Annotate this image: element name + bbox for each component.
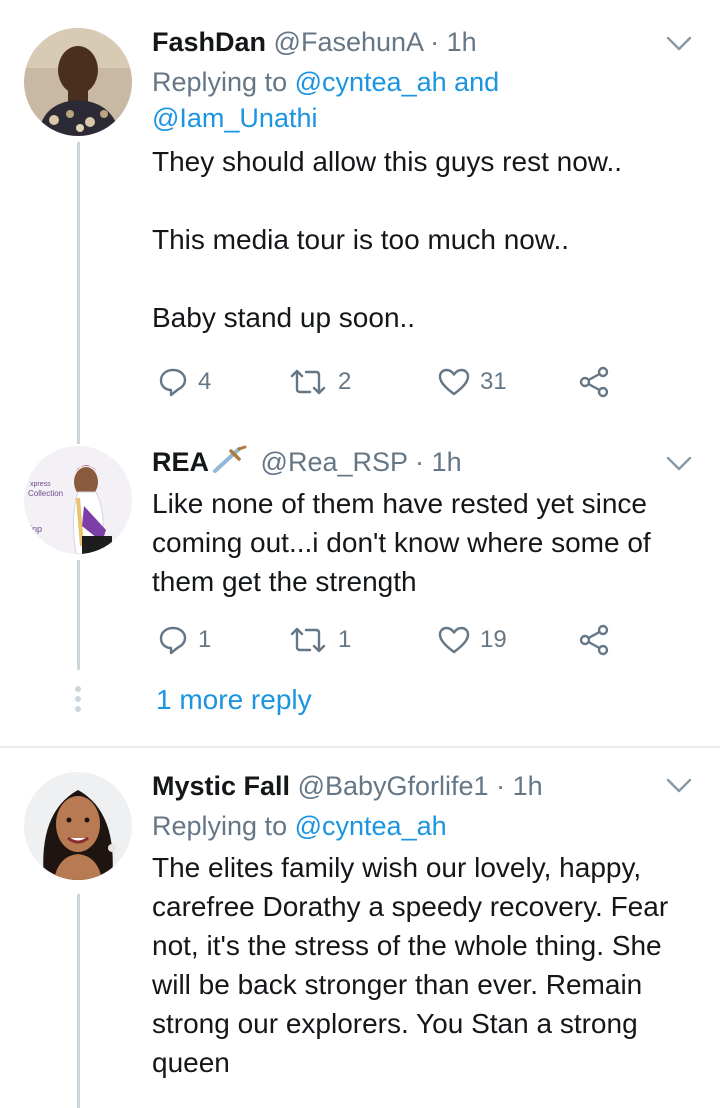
- replying-and[interactable]: and: [454, 67, 499, 97]
- reply-icon: [159, 368, 187, 397]
- user-handle[interactable]: @FasehunA: [274, 27, 423, 57]
- avatar[interactable]: [24, 28, 132, 136]
- svg-text:Collection: Collection: [28, 489, 63, 498]
- timestamp[interactable]: 1h: [447, 27, 477, 57]
- share-icon: [579, 624, 609, 656]
- tweet-text: Like none of them have rested yet since …: [152, 488, 651, 597]
- thread-line: [77, 894, 80, 1108]
- retweet-count: 2: [338, 368, 352, 395]
- separator-dot: ·: [415, 447, 425, 477]
- replying-to: Replying to @cyntea_ah: [152, 808, 692, 844]
- share-icon: [579, 366, 609, 398]
- reply-button[interactable]: 1: [158, 622, 211, 658]
- more-dots-indicator: [75, 686, 81, 716]
- reply-count: 1: [198, 626, 212, 653]
- avatar-fashdan-image: [24, 28, 132, 136]
- reply-icon: [159, 626, 187, 655]
- reply-count: 4: [198, 368, 212, 395]
- timestamp[interactable]: 1h: [432, 447, 462, 477]
- user-handle[interactable]: @Rea_RSP: [261, 447, 408, 477]
- chevron-down-icon[interactable]: [666, 778, 692, 794]
- avatar[interactable]: xpress Collection inp: [24, 446, 132, 554]
- mention-link[interactable]: @cyntea_ah: [295, 811, 447, 841]
- chevron-down-icon[interactable]: [666, 36, 692, 52]
- tweet-mystic-fall[interactable]: Mystic Fall @BabyGforlife1 · 1h Replying…: [0, 748, 720, 1108]
- like-button[interactable]: 19: [438, 622, 507, 658]
- retweet-icon: [290, 627, 326, 653]
- like-icon: [438, 368, 470, 396]
- tweet-text: The elites family wish our lovely, happy…: [152, 852, 669, 1078]
- tweet-actions: 1 1 19: [152, 622, 652, 658]
- retweet-count: 1: [338, 626, 352, 653]
- like-count: 31: [480, 368, 507, 395]
- retweet-icon: [290, 369, 326, 395]
- separator-dot: ·: [430, 27, 440, 57]
- sword-emoji-icon: [213, 445, 247, 473]
- display-name[interactable]: Mystic Fall: [152, 771, 290, 801]
- share-button[interactable]: [578, 622, 610, 658]
- tweet-header: FashDan @FasehunA · 1h: [152, 24, 692, 60]
- tweet-fashdan[interactable]: FashDan @FasehunA · 1h Replying to @cynt…: [0, 0, 720, 432]
- like-button[interactable]: 31: [438, 364, 507, 400]
- tweet-actions: 4 2 31: [152, 364, 652, 400]
- mention-link[interactable]: @Iam_Unathi: [152, 103, 317, 133]
- avatar-rea-image: xpress Collection inp: [24, 446, 132, 554]
- tweet-header: REA @Rea_RSP · 1h: [152, 444, 692, 480]
- like-count: 19: [480, 626, 507, 653]
- mention-link[interactable]: @cyntea_ah: [295, 67, 447, 97]
- replying-to: Replying to @cyntea_ah and @Iam_Unathi: [152, 64, 692, 136]
- display-name[interactable]: FashDan: [152, 27, 266, 57]
- reply-button[interactable]: 4: [158, 364, 211, 400]
- timestamp[interactable]: 1h: [513, 771, 543, 801]
- thread-line: [77, 142, 80, 432]
- retweet-button[interactable]: 2: [288, 364, 351, 400]
- retweet-button[interactable]: 1: [288, 622, 351, 658]
- avatar-mysticfall-image: [24, 772, 132, 880]
- svg-text:xpress: xpress: [30, 481, 51, 488]
- svg-text:inp: inp: [30, 524, 42, 534]
- thread-line: [77, 560, 80, 670]
- display-name[interactable]: REA: [152, 447, 209, 477]
- tweet-text: They should allow this guys rest now.. T…: [152, 146, 623, 333]
- thread-line: [77, 432, 80, 444]
- user-handle[interactable]: @BabyGforlife1: [298, 771, 489, 801]
- separator-dot: ·: [496, 771, 506, 801]
- like-icon: [438, 626, 470, 654]
- tweet-rea[interactable]: xpress Collection inp REA @Rea_RSP · 1h …: [0, 432, 720, 748]
- more-replies-link[interactable]: 1 more reply: [156, 684, 312, 716]
- chevron-down-icon[interactable]: [666, 456, 692, 472]
- share-button[interactable]: [578, 364, 610, 400]
- tweet-header: Mystic Fall @BabyGforlife1 · 1h: [152, 768, 692, 804]
- avatar[interactable]: [24, 772, 132, 880]
- replying-prefix: Replying to: [152, 67, 288, 97]
- replying-prefix: Replying to: [152, 811, 288, 841]
